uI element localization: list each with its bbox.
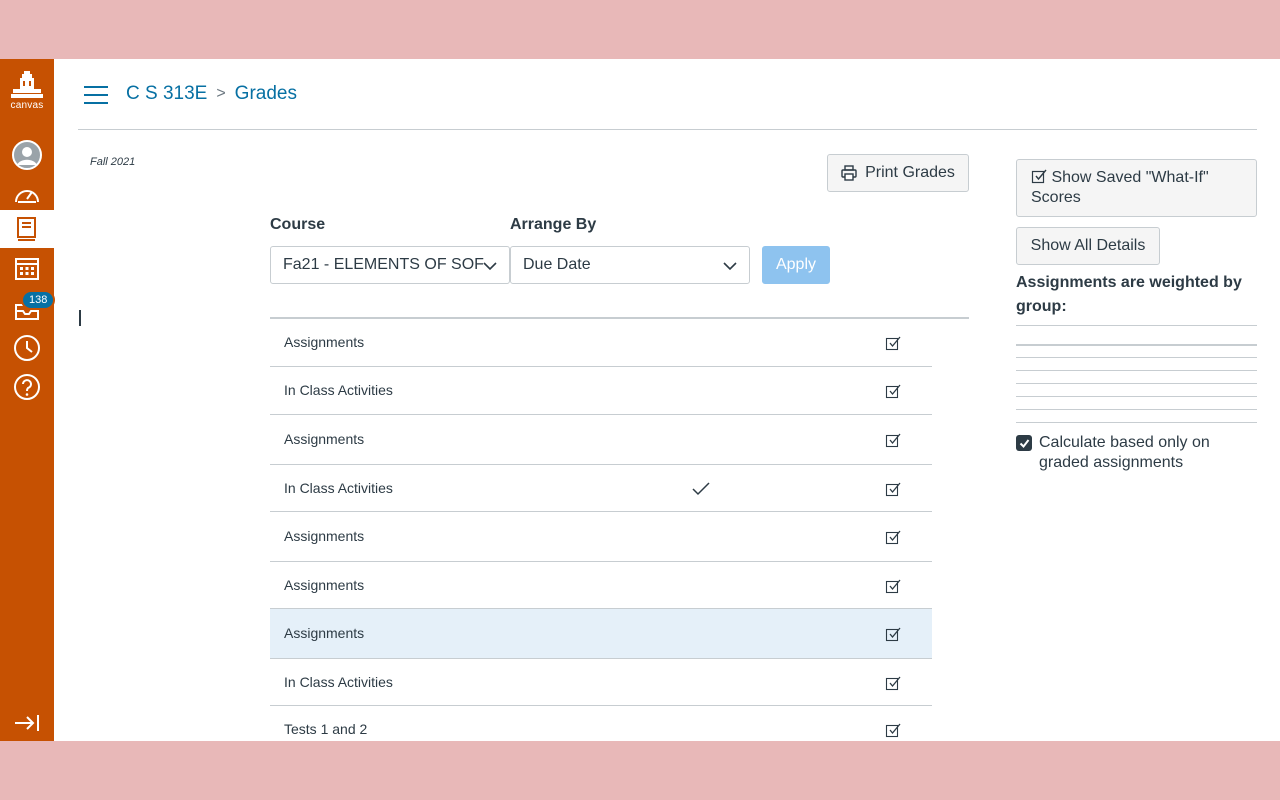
grade-row[interactable]: In Class Activities: [270, 465, 932, 512]
grade-row[interactable]: Assignments: [270, 562, 932, 609]
nav-courses[interactable]: [0, 210, 54, 248]
inbox-count-badge: 138: [21, 290, 56, 310]
grade-row-assignment-group: In Class Activities: [284, 479, 393, 496]
checkmark-icon: [692, 481, 710, 495]
course-menu-hamburger-icon[interactable]: [84, 86, 108, 104]
chevron-down-icon: [483, 262, 497, 271]
whatif-score-icon[interactable]: [885, 626, 901, 642]
grade-row[interactable]: In Class Activities: [270, 659, 932, 706]
canvas-logo[interactable]: canvas: [0, 71, 54, 111]
checkmark-icon: [1019, 438, 1029, 448]
logo-text: canvas: [10, 100, 44, 111]
collapse-nav-button[interactable]: [0, 704, 54, 741]
weight-table-line: [1016, 409, 1257, 410]
show-whatif-scores-button[interactable]: Show Saved "What-If" Scores: [1016, 159, 1257, 217]
grade-row[interactable]: Assignments: [270, 512, 932, 562]
calendar-icon: [15, 258, 39, 280]
breadcrumb-grades-link[interactable]: Grades: [235, 83, 297, 105]
chevron-down-icon: [723, 262, 737, 271]
show-all-details-button[interactable]: Show All Details: [1016, 227, 1160, 265]
collapse-arrow-icon: [15, 715, 39, 731]
courses-book-icon: [17, 217, 36, 241]
breadcrumb: C S 313E > Grades: [126, 83, 297, 105]
grades-table: Assignments In Class Activities Assignment…: [270, 319, 932, 741]
course-select-value: Fa21 - ELEMENTS OF SOF: [283, 256, 484, 273]
apply-button[interactable]: Apply: [762, 246, 830, 284]
global-nav: canvas 138: [0, 59, 56, 741]
weight-table-line: [1016, 396, 1257, 397]
arrange-by-select[interactable]: Due Date: [510, 246, 750, 284]
weighted-heading: Assignments are weighted by group:: [1016, 274, 1242, 315]
breadcrumb-course-link[interactable]: C S 313E: [126, 83, 207, 105]
whatif-score-icon[interactable]: [885, 335, 901, 351]
grade-row[interactable]: Assignments: [270, 609, 932, 659]
avatar-icon: [12, 140, 42, 170]
grade-row-assignment-group: Assignments: [284, 625, 365, 641]
nav-calendar[interactable]: [0, 249, 54, 287]
breadcrumb-separator-icon: >: [216, 85, 226, 102]
grade-row-assignment-group: Assignments: [284, 528, 365, 544]
weight-table-line: [1016, 325, 1257, 326]
whatif-score-icon[interactable]: [885, 675, 901, 691]
weight-table-line: [1016, 422, 1257, 423]
calculate-graded-only-option: Calculate based only on graded assignmen…: [1016, 433, 1257, 473]
print-grades-button[interactable]: Print Grades: [827, 154, 969, 192]
grade-row-assignment-group: In Class Activities: [284, 673, 393, 690]
grade-row-assignment-group: Assignments: [284, 431, 365, 447]
grade-row[interactable]: Tests 1 and 2: [270, 706, 932, 741]
whatif-score-icon[interactable]: [885, 578, 901, 594]
tower-icon: [11, 71, 43, 98]
whatif-score-icon[interactable]: [885, 722, 901, 738]
weight-table-line: [1016, 370, 1257, 371]
header-divider: [78, 129, 1257, 130]
clock-icon: [14, 335, 40, 361]
grade-row[interactable]: Assignments: [270, 415, 932, 465]
grade-row-assignment-group: Tests 1 and 2: [284, 720, 368, 737]
arrange-select-label: Arrange By: [510, 216, 597, 233]
whatif-icon: [1031, 169, 1047, 184]
grade-row-assignment-group: Assignments: [284, 334, 365, 350]
course-select[interactable]: Fa21 - ELEMENTS OF SOF: [270, 246, 510, 284]
grade-row-assignment-group: In Class Activities: [284, 382, 393, 398]
grade-row[interactable]: Assignments: [270, 319, 932, 367]
term-label: Fall 2021: [90, 156, 136, 168]
printer-icon: [841, 165, 857, 181]
weight-table-line: [1016, 383, 1257, 384]
nav-history[interactable]: [0, 329, 54, 367]
whatif-score-icon[interactable]: [885, 383, 901, 399]
course-select-label: Course: [270, 216, 326, 233]
grade-row-assignment-group: Assignments: [284, 576, 365, 593]
print-grades-label: Print Grades: [865, 164, 955, 181]
whatif-score-icon[interactable]: [885, 481, 901, 497]
calculate-graded-only-checkbox[interactable]: [1016, 435, 1032, 451]
whatif-score-icon[interactable]: [885, 529, 901, 545]
whatif-score-icon[interactable]: [885, 432, 901, 448]
arrange-select-value: Due Date: [523, 256, 591, 273]
grade-row[interactable]: In Class Activities: [270, 367, 932, 415]
text-cursor: [79, 310, 81, 326]
calculate-graded-only-label: Calculate based only on graded assignmen…: [1039, 434, 1210, 471]
nav-help[interactable]: [0, 368, 54, 406]
weight-table-line: [1016, 357, 1257, 358]
help-icon: [14, 374, 40, 400]
nav-account[interactable]: [0, 136, 54, 174]
dashboard-icon: [15, 190, 39, 203]
whatif-button-label: Show Saved "What-If" Scores: [1031, 169, 1209, 206]
weight-table-line: [1016, 344, 1257, 346]
nav-dashboard[interactable]: [0, 175, 54, 213]
app-frame: canvas 138 C S 313E > Grades Fall 2021 P…: [0, 59, 1280, 741]
